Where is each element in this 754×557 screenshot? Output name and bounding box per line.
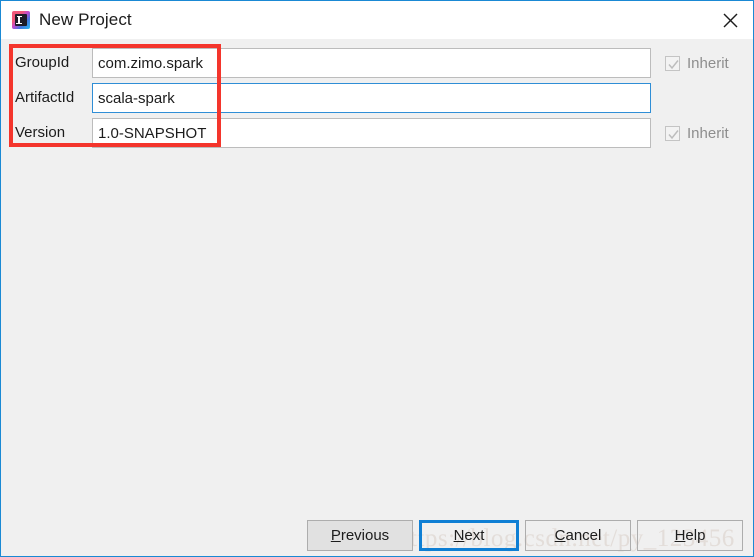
version-input[interactable] [92,118,651,148]
cancel-button-label: ancel [565,527,602,544]
groupid-input[interactable] [92,48,651,78]
new-project-dialog: New Project GroupId Inherit [0,0,754,557]
previous-button-mnemonic: P [330,527,341,544]
version-inherit-label: Inherit [687,124,729,142]
dialog-button-bar: Previous Next Cancel Help [1,519,753,556]
artifactid-input[interactable] [92,83,651,113]
close-icon[interactable] [707,1,753,39]
form-row-artifactid: ArtifactId [1,83,753,113]
form-row-groupid: GroupId Inherit [1,48,753,78]
version-inherit-checkbox[interactable] [665,125,680,141]
next-button[interactable]: Next [419,520,519,551]
help-button[interactable]: Help [637,520,743,551]
groupid-inherit-label: Inherit [687,54,729,72]
help-button-mnemonic: H [674,527,686,544]
version-inherit-group[interactable]: Inherit [665,118,729,148]
version-label: Version [15,124,66,141]
next-button-label: ext [464,527,485,544]
artifactid-label: ArtifactId [15,89,75,106]
cancel-button[interactable]: Cancel [525,520,631,551]
previous-button-label: revious [340,527,390,544]
help-button-label: elp [685,527,706,544]
groupid-label: GroupId [15,54,70,71]
window-title: New Project [39,10,132,29]
dialog-content: GroupId Inherit ArtifactId Version [1,39,753,556]
groupid-inherit-checkbox[interactable] [665,55,680,71]
intellij-idea-icon [12,11,30,29]
cancel-button-mnemonic: C [554,527,566,544]
groupid-inherit-group[interactable]: Inherit [665,48,729,78]
previous-button[interactable]: Previous [307,520,413,551]
next-button-mnemonic: N [453,527,465,544]
title-bar: New Project [1,1,753,39]
form-row-version: Version Inherit [1,118,753,148]
